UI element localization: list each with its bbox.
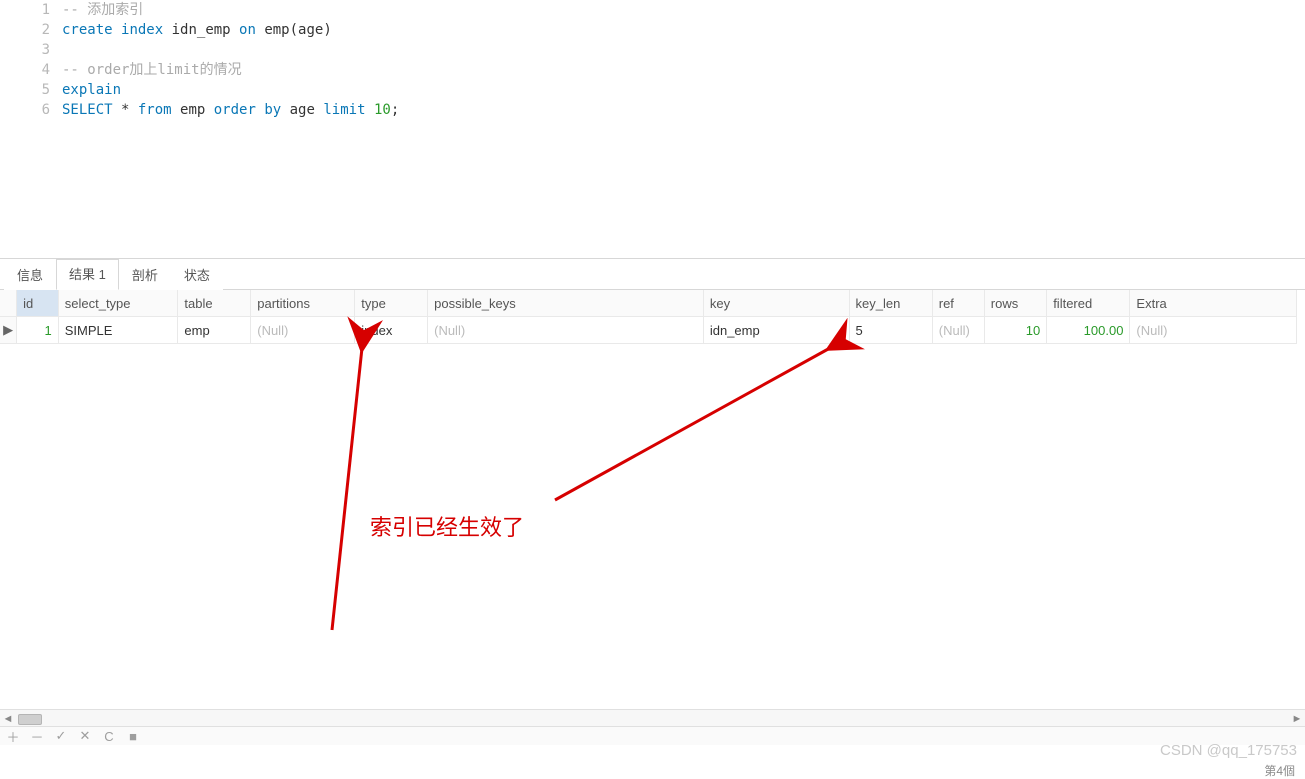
record-counter: 第4個 — [1264, 762, 1295, 779]
watermark: CSDN @qq_175753 — [1160, 742, 1297, 759]
col-ref[interactable]: ref — [932, 290, 984, 317]
tab-结果 1[interactable]: 结果 1 — [56, 259, 119, 290]
col-id[interactable]: id — [17, 290, 59, 317]
code-line[interactable]: SELECT * from emp order by age limit 10; — [62, 100, 399, 120]
cell-partitions[interactable]: (Null) — [251, 317, 355, 344]
scrollbar-thumb[interactable] — [18, 714, 42, 725]
scroll-right-icon[interactable]: ► — [1289, 711, 1305, 727]
stop-button[interactable]: ■ — [126, 729, 140, 744]
cell-key[interactable]: idn_emp — [703, 317, 849, 344]
scroll-left-icon[interactable]: ◄ — [0, 711, 16, 727]
tab-信息[interactable]: 信息 — [4, 260, 56, 290]
code-line[interactable]: -- order加上limit的情况 — [62, 60, 242, 80]
col-Extra[interactable]: Extra — [1130, 290, 1297, 317]
scroollbar-track[interactable] — [16, 711, 1289, 727]
row-indicator: ▶ — [0, 317, 17, 344]
cell-select_type[interactable]: SIMPLE — [58, 317, 178, 344]
result-pane: idselect_typetablepartitionstypepossible… — [0, 290, 1305, 745]
line-number: 3 — [0, 40, 62, 60]
cell-id[interactable]: 1 — [17, 317, 59, 344]
code-line[interactable]: -- 添加索引 — [62, 0, 143, 20]
result-table[interactable]: idselect_typetablepartitionstypepossible… — [0, 290, 1297, 344]
table-row[interactable]: ▶1SIMPLEemp(Null)index(Null)idn_emp5(Nul… — [0, 317, 1297, 344]
result-tabs: 信息结果 1剖析状态 — [0, 259, 1305, 290]
tab-状态[interactable]: 状态 — [171, 260, 223, 290]
col-select_type[interactable]: select_type — [58, 290, 178, 317]
col-table[interactable]: table — [178, 290, 251, 317]
delete-row-button[interactable]: － — [30, 727, 44, 746]
annotation-text: 索引已经生效了 — [370, 510, 524, 542]
add-row-button[interactable]: ＋ — [6, 727, 20, 746]
line-number: 4 — [0, 60, 62, 80]
cell-key_len[interactable]: 5 — [849, 317, 932, 344]
col-filtered[interactable]: filtered — [1047, 290, 1130, 317]
sql-editor[interactable]: 1-- 添加索引2create index idn_emp on emp(age… — [0, 0, 1305, 259]
annotation-overlay — [0, 290, 1305, 745]
col-key[interactable]: key — [703, 290, 849, 317]
code-line[interactable]: explain — [62, 80, 121, 100]
col-possible_keys[interactable]: possible_keys — [428, 290, 704, 317]
cell-Extra[interactable]: (Null) — [1130, 317, 1297, 344]
col-type[interactable]: type — [355, 290, 428, 317]
tab-剖析[interactable]: 剖析 — [119, 260, 171, 290]
result-toolbar: ＋ － ✓ ✕ C ■ — [0, 726, 1305, 745]
cell-filtered[interactable]: 100.00 — [1047, 317, 1130, 344]
cancel-button[interactable]: ✕ — [78, 728, 92, 744]
col-rows[interactable]: rows — [984, 290, 1046, 317]
cell-ref[interactable]: (Null) — [932, 317, 984, 344]
line-number: 2 — [0, 20, 62, 40]
horizontal-scrollbar[interactable]: ◄ ► — [0, 709, 1305, 727]
cell-possible_keys[interactable]: (Null) — [428, 317, 704, 344]
apply-button[interactable]: ✓ — [54, 728, 68, 744]
cell-type[interactable]: index — [355, 317, 428, 344]
code-line[interactable]: create index idn_emp on emp(age) — [62, 20, 332, 40]
line-number: 5 — [0, 80, 62, 100]
cell-rows[interactable]: 10 — [984, 317, 1046, 344]
col-partitions[interactable]: partitions — [251, 290, 355, 317]
cell-table[interactable]: emp — [178, 317, 251, 344]
line-number: 6 — [0, 100, 62, 120]
refresh-button[interactable]: C — [102, 729, 116, 744]
col-key_len[interactable]: key_len — [849, 290, 932, 317]
line-number: 1 — [0, 0, 62, 20]
